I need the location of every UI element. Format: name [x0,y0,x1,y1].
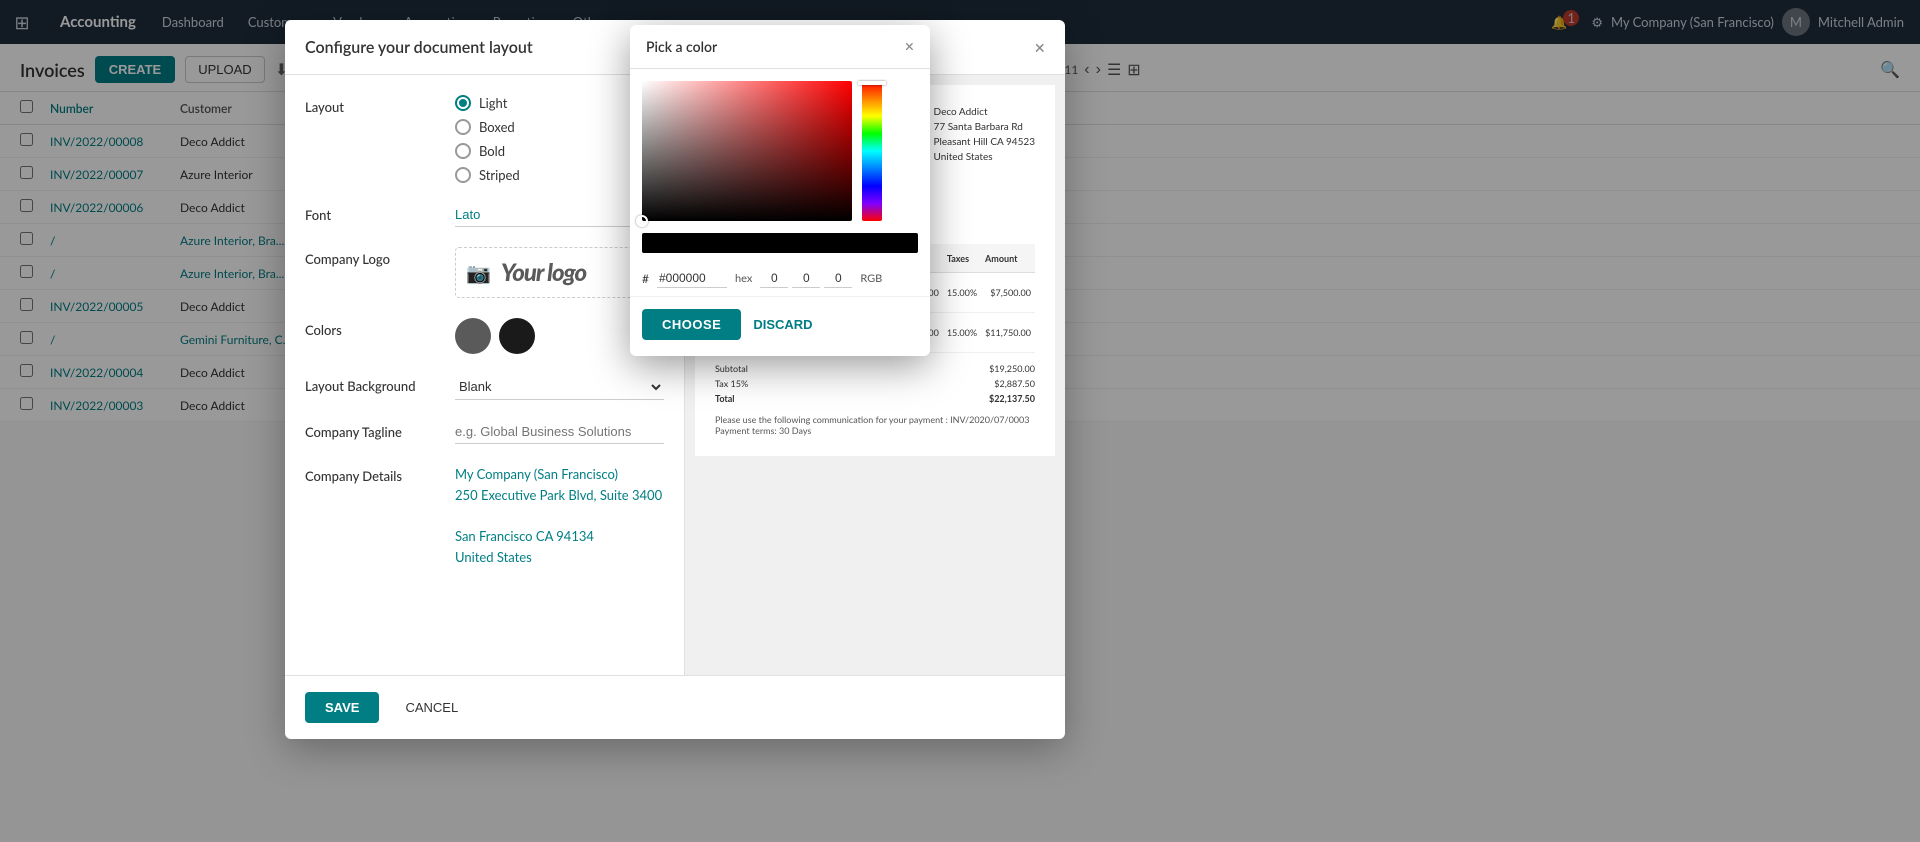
color-picker-inputs: # hex RGB [630,261,930,296]
rgb-g-input[interactable] [792,269,820,288]
preview-payment-note: Please use the following communication f… [715,414,1035,436]
font-row: Font [305,203,664,227]
company-details-label: Company Details [305,464,455,484]
layout-bg-row: Layout Background Blank Light Dark [305,374,664,400]
color-picker-buttons: CHOOSE DISCARD [630,296,930,356]
hue-strip[interactable] [862,81,882,221]
layout-bg-select[interactable]: Blank Light Dark [455,374,664,400]
hex-label: hex [735,272,752,285]
discard-button[interactable]: DISCARD [753,317,812,332]
choose-button[interactable]: CHOOSE [642,309,741,340]
save-button[interactable]: SAVE [305,692,379,723]
hex-input[interactable] [657,269,727,288]
color-picker-close[interactable]: × [905,37,914,56]
radio-bold [455,143,471,159]
configure-modal-footer: SAVE CANCEL [285,675,1065,739]
preview-invoice-totals: Subtotal $19,250.00 Tax 15% $2,887.50 To… [715,361,1035,406]
company-logo-row: Company Logo 📷 Your logo [305,247,664,298]
radio-striped [455,167,471,183]
color-swatch-1[interactable] [455,318,491,354]
color-picker-title: Pick a color [646,38,717,55]
preview-company-address: Deco Addict 77 Santa Barbara Rd Pleasant… [934,105,1035,165]
colors-row: Colors [305,318,664,354]
company-details-text[interactable]: My Company (San Francisco) 250 Executive… [455,464,664,568]
camera-icon: 📷 [466,261,491,285]
color-gradient-box[interactable] [642,81,852,221]
rgb-r-input[interactable] [760,269,788,288]
configure-modal-title: Configure your document layout [305,38,533,57]
radio-boxed [455,119,471,135]
configure-modal-close[interactable]: × [1035,36,1045,58]
color-swatch-2[interactable] [499,318,535,354]
rgb-b-input[interactable] [824,269,852,288]
layout-label: Layout [305,95,455,115]
hue-cursor [858,81,886,85]
company-tagline-input[interactable] [455,420,664,444]
colors-label: Colors [305,318,455,338]
company-details-row: Company Details My Company (San Francisc… [305,464,664,568]
cancel-button[interactable]: CANCEL [389,692,474,723]
hash-symbol: # [642,271,649,286]
rgb-label: RGB [860,272,882,285]
color-result-bar [642,233,918,253]
configure-form: Layout Light Boxed Bold [285,75,685,675]
company-tagline-field [455,420,664,444]
font-label: Font [305,203,455,223]
layout-row: Layout Light Boxed Bold [305,95,664,183]
company-details-field: My Company (San Francisco) 250 Executive… [455,464,664,568]
layout-bg-field: Blank Light Dark [455,374,664,400]
rgb-inputs [760,269,852,288]
color-picker-gradient-area [630,69,930,233]
company-tagline-label: Company Tagline [305,420,455,440]
company-logo-label: Company Logo [305,247,455,267]
company-tagline-row: Company Tagline [305,420,664,444]
radio-light [455,95,471,111]
layout-bg-label: Layout Background [305,374,455,394]
gradient-cursor [636,215,648,227]
color-picker-header: Pick a color × [630,25,930,69]
color-picker-modal: Pick a color × # hex RGB CHOOSE DISCARD [630,25,930,356]
